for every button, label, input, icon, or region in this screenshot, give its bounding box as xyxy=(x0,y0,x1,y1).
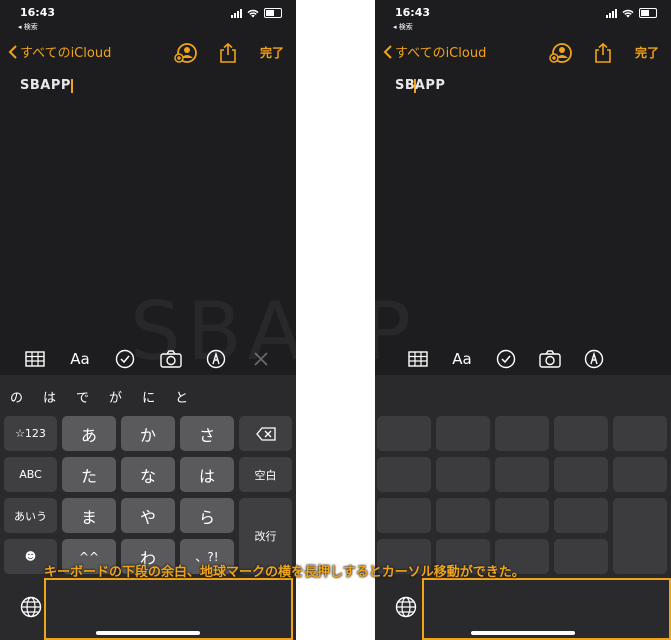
candidate-item[interactable]: で xyxy=(76,387,89,406)
kana-key-ta[interactable]: た xyxy=(62,457,116,492)
markup-pen-icon[interactable] xyxy=(581,346,607,372)
share-icon[interactable] xyxy=(593,42,613,64)
blank-key xyxy=(436,498,490,533)
blank-key xyxy=(436,457,490,492)
globe-icon[interactable] xyxy=(395,596,417,618)
battery-icon xyxy=(264,8,282,18)
blank-key xyxy=(613,498,667,574)
kana-key-ha[interactable]: は xyxy=(180,457,234,492)
candidate-item[interactable]: に xyxy=(142,387,155,406)
blank-key xyxy=(377,498,431,533)
back-button[interactable]: すべてのiCloud xyxy=(383,42,486,61)
blank-key xyxy=(554,457,608,492)
status-time: 16:43 xyxy=(395,6,431,19)
wifi-icon xyxy=(622,9,634,17)
blank-key xyxy=(554,498,608,533)
candidate-item[interactable]: と xyxy=(175,387,188,406)
phone-screen-right: 16:43 ◂ 検索 すべてのiCloud 完了 SBAPP Aa xyxy=(375,0,671,640)
text-format-icon[interactable]: Aa xyxy=(67,346,93,372)
chevron-left-icon xyxy=(383,44,392,59)
done-button[interactable]: 完了 xyxy=(260,44,284,61)
blank-key xyxy=(554,539,608,574)
note-body[interactable]: SBAPP xyxy=(20,78,73,93)
kana-key-a[interactable]: あ xyxy=(62,416,116,451)
kana-key-sa[interactable]: さ xyxy=(180,416,234,451)
note-text: SBAPP xyxy=(20,78,71,93)
status-bar: 16:43 ◂ 検索 xyxy=(0,0,296,34)
kana-key-ka[interactable]: か xyxy=(121,416,175,451)
blank-key xyxy=(377,416,431,451)
signal-icon xyxy=(231,8,242,18)
system-icons xyxy=(606,8,657,18)
chevron-left-icon xyxy=(8,44,17,59)
back-to-search[interactable]: ◂ 検索 xyxy=(393,22,413,32)
nav-bar: すべてのiCloud 完了 xyxy=(0,38,296,66)
blank-key xyxy=(377,457,431,492)
back-to-search[interactable]: ◂ 検索 xyxy=(18,22,38,32)
nav-bar: すべてのiCloud 完了 xyxy=(375,38,671,66)
checklist-icon[interactable] xyxy=(493,346,519,372)
kana-mode-key[interactable]: あいう xyxy=(4,498,57,533)
text-cursor xyxy=(70,78,73,93)
kana-key-ya[interactable]: や xyxy=(121,498,175,533)
delete-key[interactable] xyxy=(239,416,292,451)
home-indicator xyxy=(471,631,575,635)
note-toolbar: Aa xyxy=(375,343,671,375)
blank-key xyxy=(495,457,549,492)
globe-icon[interactable] xyxy=(20,596,42,618)
wifi-icon xyxy=(247,9,259,17)
blank-key xyxy=(613,416,667,451)
caption: キーボードの下段の余白、地球マークの横を長押しするとカーソル移動ができた。 xyxy=(44,565,525,580)
add-person-icon[interactable] xyxy=(549,42,573,64)
battery-icon xyxy=(639,8,657,18)
watermark: SBAPP xyxy=(130,285,417,378)
status-time: 16:43 xyxy=(20,6,56,19)
blank-key xyxy=(554,416,608,451)
home-indicator xyxy=(96,631,200,635)
system-icons xyxy=(231,8,282,18)
blank-key xyxy=(495,498,549,533)
candidate-item[interactable]: は xyxy=(43,387,56,406)
note-text-after-cursor: APP xyxy=(414,78,446,93)
signal-icon xyxy=(606,8,617,18)
table-icon[interactable] xyxy=(22,346,48,372)
status-bar: 16:43 ◂ 検索 xyxy=(375,0,671,34)
candidate-item[interactable]: が xyxy=(109,387,122,406)
share-icon[interactable] xyxy=(218,42,238,64)
delete-icon xyxy=(255,426,276,441)
blank-key xyxy=(436,416,490,451)
back-button-label: すべてのiCloud xyxy=(20,46,112,61)
abc-key[interactable]: ABC xyxy=(4,457,57,492)
blank-key xyxy=(495,416,549,451)
kana-key-ra[interactable]: ら xyxy=(180,498,234,533)
camera-icon[interactable] xyxy=(537,346,563,372)
back-button-label: すべてのiCloud xyxy=(395,46,487,61)
candidate-item[interactable]: の xyxy=(10,387,23,406)
numbers-key[interactable]: ☆123 xyxy=(4,416,57,451)
text-format-icon[interactable]: Aa xyxy=(449,346,475,372)
kana-key-na[interactable]: な xyxy=(121,457,175,492)
done-button[interactable]: 完了 xyxy=(635,44,659,61)
candidate-bar: の は で が に と xyxy=(10,387,188,406)
note-body[interactable]: SBAPP xyxy=(395,78,445,93)
back-button[interactable]: すべてのiCloud xyxy=(8,42,111,61)
note-text-before-cursor: SB xyxy=(395,78,416,93)
add-person-icon[interactable] xyxy=(174,42,198,64)
space-key[interactable]: 空白 xyxy=(239,457,292,492)
kana-key-ma[interactable]: ま xyxy=(62,498,116,533)
blank-key xyxy=(613,457,667,492)
